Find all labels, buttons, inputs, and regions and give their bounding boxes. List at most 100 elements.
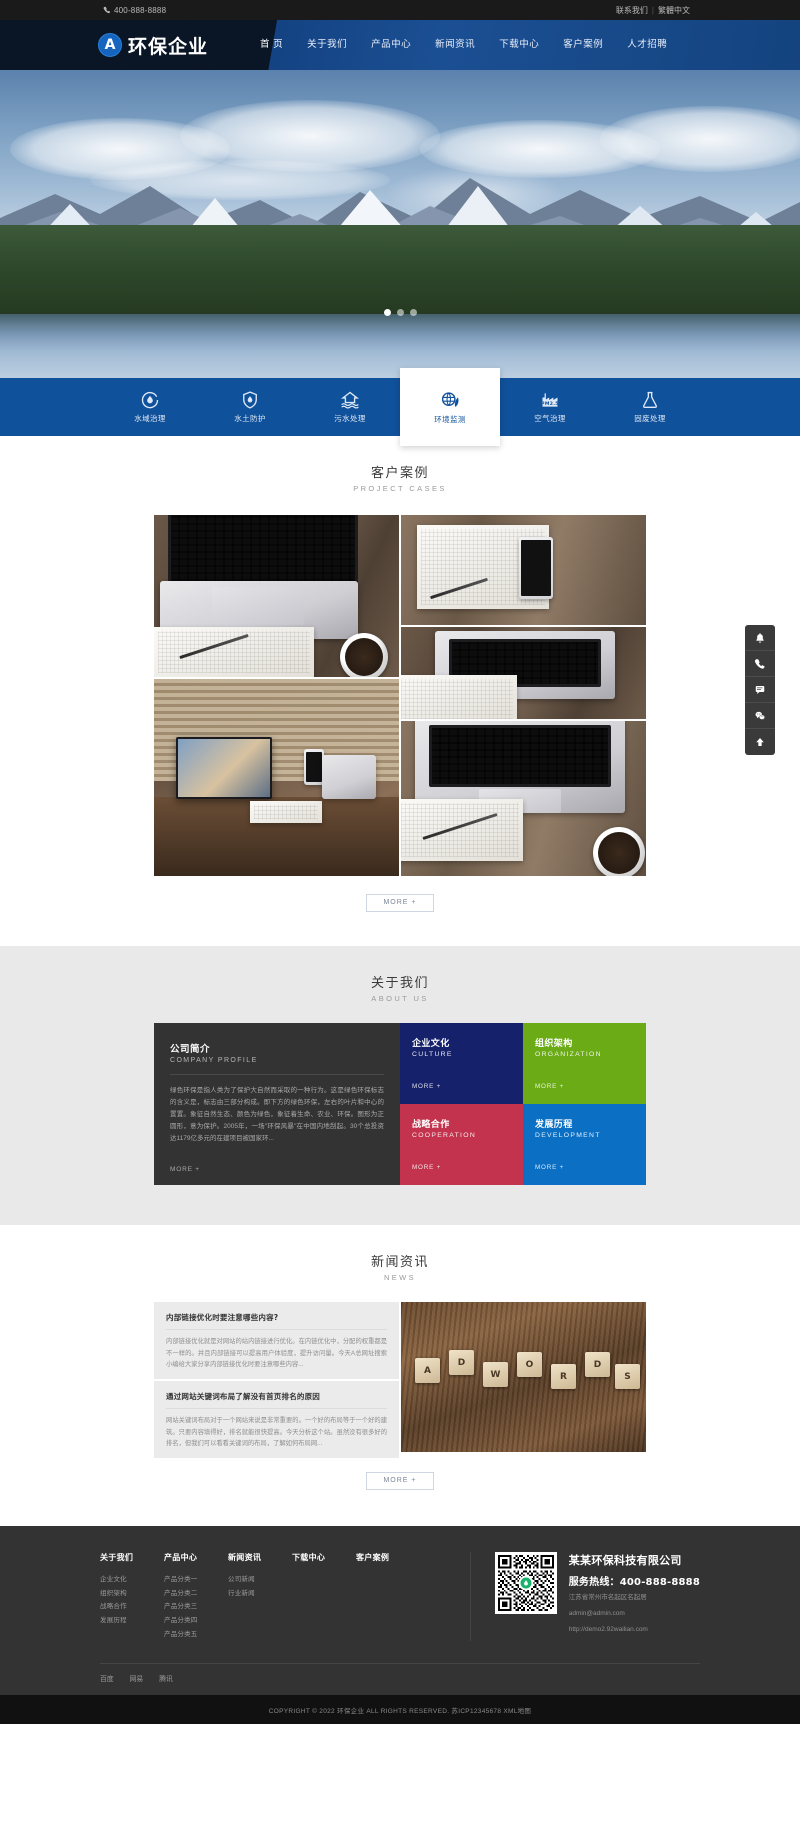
footer-website[interactable]: http://demo2.92wailian.com: [569, 1623, 700, 1636]
case-card[interactable]: [401, 515, 646, 625]
about-tile-cooperation[interactable]: 战略合作 COOPERATION MORE +: [400, 1104, 523, 1185]
footer-column-title[interactable]: 新闻资讯: [228, 1552, 292, 1563]
topbar-contact-link[interactable]: 联系我们: [616, 5, 648, 16]
news-item[interactable]: 内部链接优化时要注意哪些内容? 内部链接优化就是对网站的站内链接进行优化。在内链…: [154, 1302, 399, 1379]
footer-link[interactable]: 组织架构: [100, 1587, 164, 1601]
cases-section: 客户案例 PROJECT CASES MORE +: [0, 436, 800, 946]
service-item-label: 固废处理: [634, 414, 666, 423]
case-card[interactable]: [401, 627, 646, 719]
footer-link[interactable]: 企业文化: [100, 1573, 164, 1587]
about-tile-culture[interactable]: 企业文化 CULTURE MORE +: [400, 1023, 523, 1104]
nav-item-about[interactable]: 关于我们: [295, 20, 359, 70]
news-more-button[interactable]: MORE +: [366, 1472, 434, 1490]
news-title-cn: 新闻资讯: [370, 1255, 429, 1270]
site-logo[interactable]: A 环保企业: [98, 20, 208, 70]
case-card[interactable]: [401, 721, 646, 876]
about-title-cn: 关于我们: [370, 976, 429, 991]
footer-link[interactable]: 行业新闻: [228, 1587, 292, 1601]
service-bar: 水域治理 水土防护 污水处理 环境监测 PM2.5 空气治理 固废处理: [0, 368, 800, 446]
floatbar-phone-icon[interactable]: [745, 651, 775, 677]
case-card[interactable]: [154, 679, 399, 876]
banner-dot[interactable]: [383, 309, 391, 316]
service-item-label: 空气治理: [534, 414, 566, 423]
footer-link[interactable]: 发展历程: [100, 1614, 164, 1628]
footer-link[interactable]: 产品分类五: [164, 1628, 228, 1642]
shield-drop-icon: [240, 390, 260, 410]
friendly-link-tencent[interactable]: 腾讯: [159, 1673, 173, 1683]
about-tile-title-cn: 企业文化: [412, 1039, 450, 1049]
footer-link[interactable]: 产品分类二: [164, 1587, 228, 1601]
footer-company-info: 某某环保科技有限公司 服务热线：400-888-8888 江苏省常州市名起区名起…: [569, 1552, 700, 1641]
topbar-phone-number: 400-888-8888: [114, 5, 167, 15]
footer-link[interactable]: 产品分类四: [164, 1614, 228, 1628]
friendly-link-baidu[interactable]: 百度: [100, 1673, 114, 1683]
service-item-air-management[interactable]: PM2.5 空气治理: [500, 378, 600, 436]
nav-item-products[interactable]: 产品中心: [359, 20, 423, 70]
site-footer: 关于我们 企业文化 组织架构 战略合作 发展历程 产品中心 产品分类一 产品分类…: [0, 1526, 800, 1696]
about-tile-more-link[interactable]: MORE +: [535, 1083, 564, 1090]
nav-item-home[interactable]: 首 页: [248, 20, 295, 70]
nav-item-cases[interactable]: 客户案例: [551, 20, 615, 70]
cases-title-en: PROJECT CASES: [353, 484, 447, 493]
service-item-sewage-treatment[interactable]: 污水处理: [300, 378, 400, 436]
topbar-right: 联系我们 | 繁體中文: [616, 5, 690, 16]
service-item-environmental-monitoring[interactable]: 环境监测: [400, 368, 500, 446]
footer-company-name: 某某环保科技有限公司: [568, 1554, 682, 1567]
news-item[interactable]: 通过网站关键词布局了解没有首页排名的原因 网站关键词布局对于一个网站来说是非常重…: [154, 1380, 399, 1458]
news-item-summary: 内部链接优化就是对网站的站内链接进行优化。在内链优化中，分配的权重都是不一样的。…: [166, 1338, 387, 1369]
company-profile-title-en: COMPANY PROFILE: [170, 1057, 258, 1064]
qr-code: [494, 1552, 557, 1614]
nav-item-downloads[interactable]: 下载中心: [487, 20, 551, 70]
news-feature-image[interactable]: A D W O R D S: [401, 1302, 646, 1452]
footer-column-title[interactable]: 产品中心: [164, 1552, 228, 1563]
footer-column-title[interactable]: 下载中心: [292, 1552, 356, 1563]
scrabble-tile: S: [615, 1364, 640, 1389]
about-tile-development[interactable]: 发展历程 DEVELOPMENT MORE +: [523, 1104, 646, 1185]
about-tile-title-en: COOPERATION: [412, 1132, 477, 1139]
service-item-water-management[interactable]: 水域治理: [100, 378, 200, 436]
footer-link[interactable]: 产品分类一: [164, 1573, 228, 1587]
about-tile-more-link[interactable]: MORE +: [412, 1164, 441, 1171]
about-tile-title-cn: 发展历程: [535, 1120, 573, 1130]
main-nav: 首 页 关于我们 产品中心 新闻资讯 下载中心 客户案例 人才招聘: [248, 20, 679, 70]
footer-column-title[interactable]: 客户案例: [356, 1552, 420, 1563]
qr-code-logo-icon: [518, 1575, 534, 1591]
banner-lake-reflection: [0, 314, 800, 350]
floatbar-wechat-icon[interactable]: [745, 703, 775, 729]
about-tile-more-link[interactable]: MORE +: [535, 1164, 564, 1171]
about-content: 公司简介 COMPANY PROFILE 绿色环保是指人类为了保护大自然而采取的…: [154, 1023, 646, 1185]
nav-item-careers[interactable]: 人才招聘: [615, 20, 679, 70]
banner-dot[interactable]: [396, 309, 404, 316]
cases-more-button[interactable]: MORE +: [366, 894, 434, 912]
nav-item-news[interactable]: 新闻资讯: [423, 20, 487, 70]
footer-contact-block: 某某环保科技有限公司 服务热线：400-888-8888 江苏省常州市名起区名起…: [469, 1552, 700, 1642]
service-item-soil-protection[interactable]: 水土防护: [200, 378, 300, 436]
friendly-link-163[interactable]: 网易: [130, 1673, 144, 1683]
about-tile-title-cn: 组织架构: [535, 1039, 573, 1049]
floatbar-qq-icon[interactable]: [745, 677, 775, 703]
service-item-label: 环境监测: [434, 414, 466, 424]
company-profile-more-link[interactable]: MORE +: [170, 1166, 200, 1173]
about-tile-more-link[interactable]: MORE +: [412, 1083, 441, 1090]
case-card[interactable]: [154, 515, 399, 677]
footer-inner: 关于我们 企业文化 组织架构 战略合作 发展历程 产品中心 产品分类一 产品分类…: [100, 1552, 700, 1642]
floatbar-back-to-top-icon[interactable]: [745, 729, 775, 755]
footer-column-title[interactable]: 关于我们: [100, 1552, 164, 1563]
news-list: 内部链接优化时要注意哪些内容? 内部链接优化就是对网站的站内链接进行优化。在内链…: [154, 1302, 399, 1458]
about-tiles: 企业文化 CULTURE MORE + 组织架构 ORGANIZATION MO…: [400, 1023, 646, 1185]
about-tile-organization[interactable]: 组织架构 ORGANIZATION MORE +: [523, 1023, 646, 1104]
footer-link[interactable]: 产品分类三: [164, 1600, 228, 1614]
top-bar: 400-888-8888 联系我们 | 繁體中文: [0, 0, 800, 20]
cases-title-cn: 客户案例: [370, 466, 429, 481]
floatbar-bell-icon[interactable]: [745, 625, 775, 651]
phone-icon: [103, 6, 111, 14]
banner-dot[interactable]: [409, 309, 417, 316]
footer-link[interactable]: 公司新闻: [228, 1573, 292, 1587]
company-profile-card: 公司简介 COMPANY PROFILE 绿色环保是指人类为了保护大自然而采取的…: [154, 1023, 400, 1185]
service-item-solid-waste[interactable]: 固废处理: [600, 378, 700, 436]
copyright-bar: COPYRIGHT © 2022 环保企业 ALL RIGHTS RESERVE…: [0, 1695, 800, 1725]
topbar-language-switch[interactable]: 繁體中文: [658, 5, 690, 16]
footer-link[interactable]: 战略合作: [100, 1600, 164, 1614]
company-profile-text: 绿色环保是指人类为了保护大自然而采取的一种行为。这是绿色环保标志的含义是，标志由…: [170, 1087, 384, 1143]
service-bar-inner: 水域治理 水土防护 污水处理 环境监测 PM2.5 空气治理 固废处理: [100, 368, 700, 446]
